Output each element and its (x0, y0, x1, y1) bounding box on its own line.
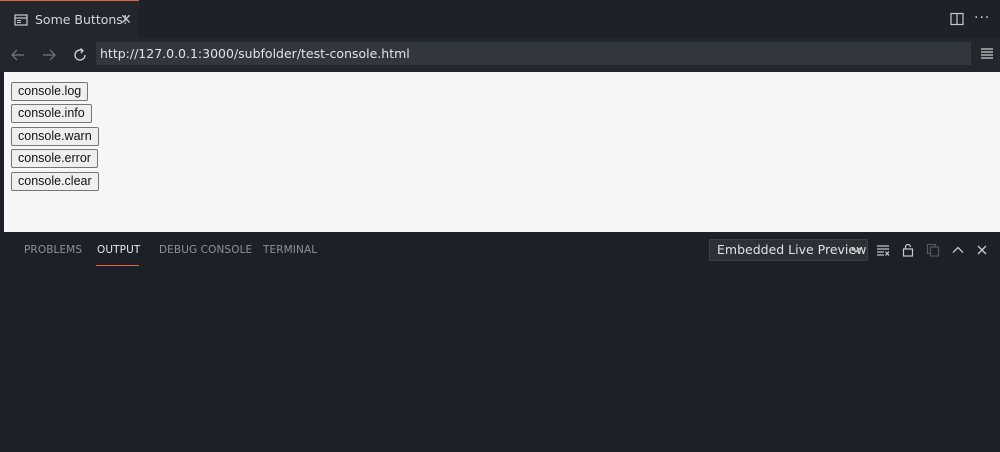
hamburger-menu-icon[interactable] (980, 46, 994, 60)
console-log-button[interactable]: console.log (11, 82, 89, 101)
clear-output-icon[interactable] (876, 243, 890, 257)
more-actions-icon[interactable]: ··· (974, 10, 990, 26)
tab-debug-console[interactable]: DEBUG CONSOLE (159, 244, 252, 256)
url-input[interactable]: http://127.0.0.1:3000/subfolder/test-con… (96, 42, 971, 65)
close-icon[interactable]: ✕ (119, 13, 133, 27)
active-tab-indicator (96, 265, 139, 266)
chevron-up-icon[interactable] (951, 243, 965, 257)
tab-problems[interactable]: PROBLEMS (24, 244, 82, 256)
reload-icon[interactable] (71, 46, 89, 64)
lock-icon[interactable] (901, 243, 915, 257)
tab-some-buttons[interactable]: Some Buttons! ✕ (0, 0, 139, 38)
output-channel-value: Embedded Live Preview (717, 242, 867, 257)
tab-bar: Some Buttons! ✕ ··· (0, 0, 1000, 38)
console-error-button[interactable]: console.error (11, 149, 98, 168)
forward-arrow-icon[interactable] (40, 46, 58, 64)
chevron-down-icon (851, 247, 861, 253)
tab-output[interactable]: OUTPUT (97, 244, 140, 256)
console-clear-button[interactable]: console.clear (11, 172, 99, 191)
preview-page: console.log console.info console.warn co… (4, 72, 1000, 232)
close-panel-icon[interactable] (975, 243, 989, 257)
console-info-button[interactable]: console.info (11, 104, 92, 123)
copy-icon (926, 243, 940, 257)
output-channel-select[interactable]: Embedded Live Preview (709, 239, 868, 261)
console-warn-button[interactable]: console.warn (11, 127, 99, 146)
tab-terminal[interactable]: TERMINAL (263, 244, 317, 256)
split-editor-icon[interactable] (950, 12, 964, 26)
preview-tab-icon (14, 13, 28, 26)
tab-title: Some Buttons! (35, 12, 128, 27)
back-arrow-icon[interactable] (9, 46, 27, 64)
output-content-area (0, 268, 1000, 452)
